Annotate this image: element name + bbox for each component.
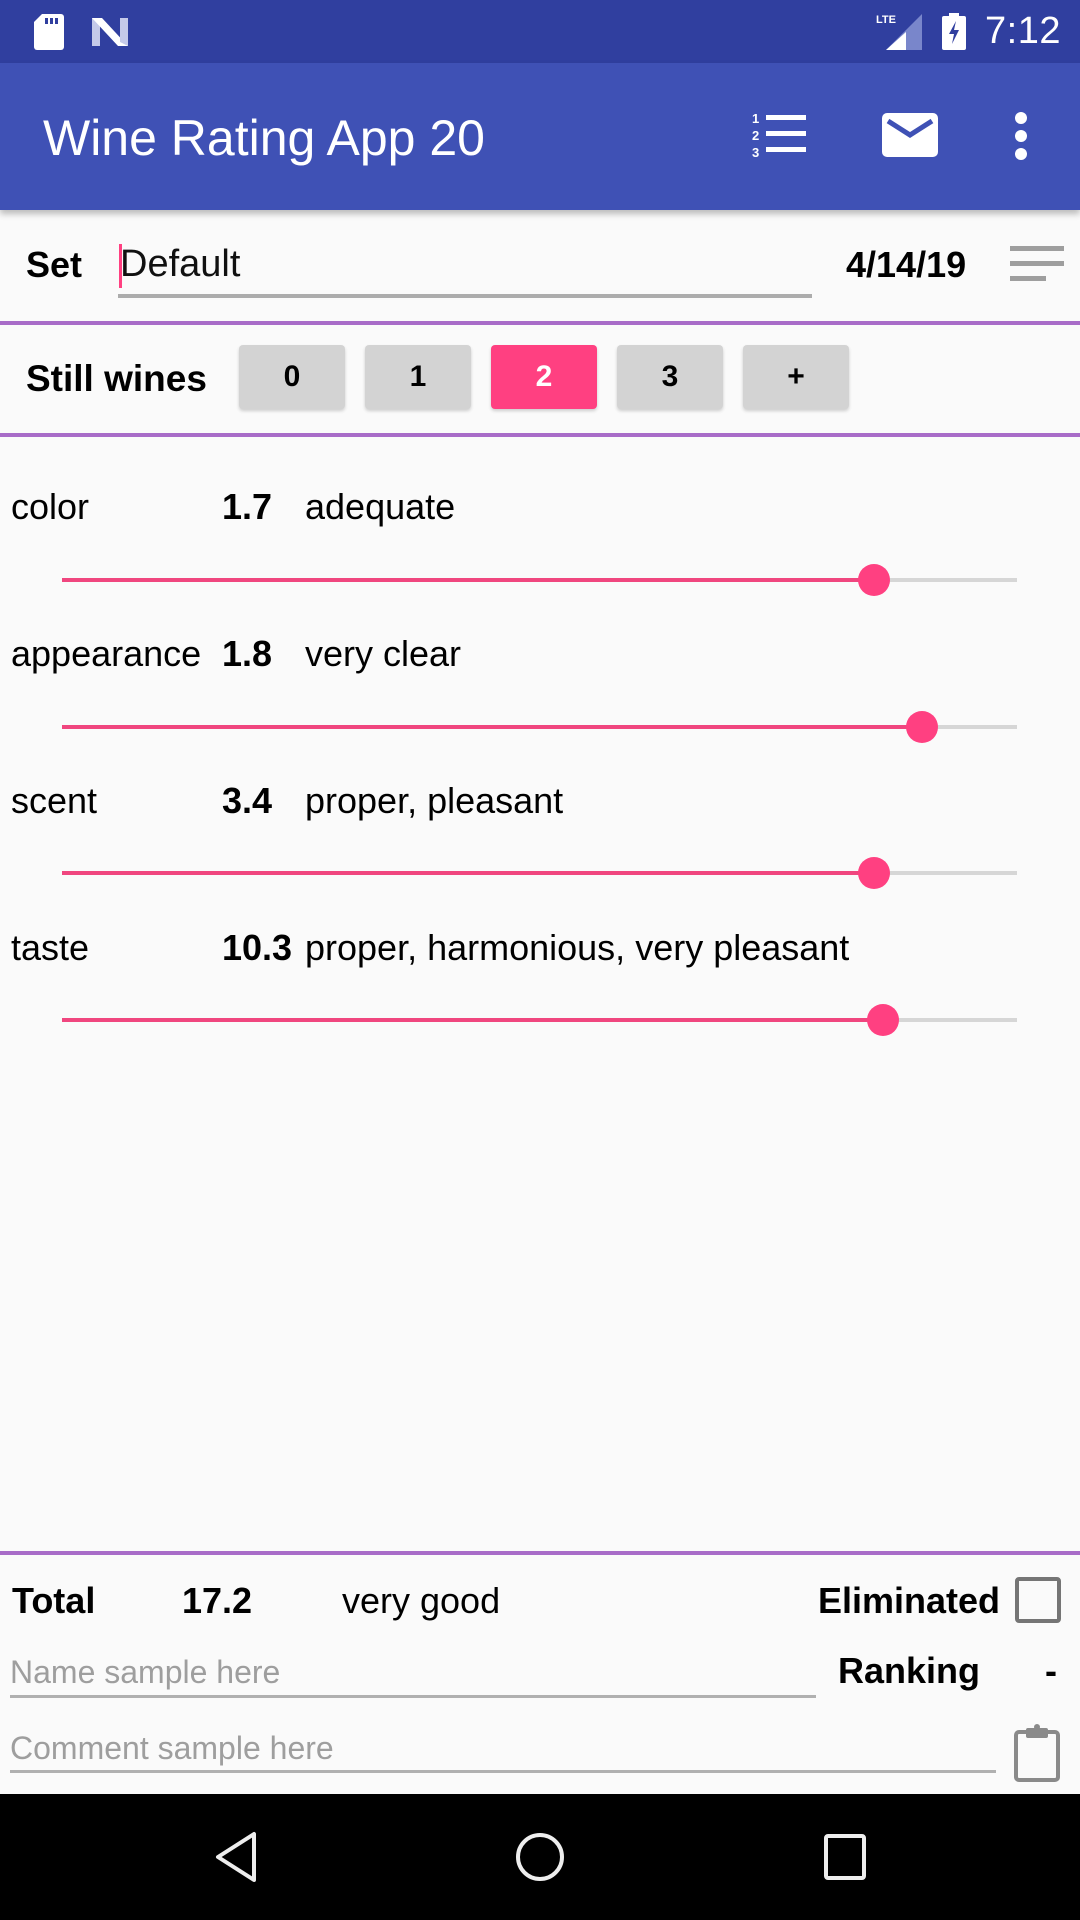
divider — [0, 1551, 1080, 1555]
svg-text:LTE: LTE — [876, 14, 896, 26]
navigation-bar — [0, 1794, 1080, 1920]
mail-icon[interactable] — [882, 113, 938, 157]
set-input-underline — [118, 294, 812, 298]
ranking-value: - — [1045, 1650, 1057, 1691]
slider-thumb[interactable] — [905, 711, 938, 743]
sd-card-icon — [34, 14, 64, 50]
set-label: Set — [26, 244, 83, 285]
more-vert-icon[interactable] — [1006, 111, 1036, 161]
divider — [0, 433, 1080, 437]
criterion-score: 1.7 — [222, 486, 273, 527]
criterion-name: color — [11, 486, 90, 527]
wine-button-3[interactable]: 3 — [617, 345, 723, 409]
app-toolbar: Wine Rating App 20 1 2 3 — [0, 63, 1080, 210]
n-notification-icon — [92, 18, 128, 46]
recents-icon[interactable] — [822, 1832, 868, 1882]
battery-charging-icon — [942, 13, 966, 50]
slider-thumb[interactable] — [867, 1004, 900, 1036]
set-field — [118, 236, 812, 298]
set-input[interactable] — [118, 236, 812, 292]
slider-fill — [62, 725, 922, 729]
criterion-name: scent — [11, 780, 98, 821]
name-sample-input[interactable] — [10, 1646, 816, 1698]
lte-signal-icon: LTE — [876, 14, 922, 50]
clock: 7:12 — [985, 10, 1061, 52]
ranking-label: Ranking — [838, 1650, 981, 1691]
svg-text:1: 1 — [752, 111, 759, 126]
ranking-list-icon[interactable]: 1 2 3 — [752, 109, 808, 159]
criterion-description: very clear — [305, 633, 462, 674]
clipboard-icon[interactable] — [1014, 1724, 1060, 1782]
slider-fill — [62, 871, 874, 875]
name-input-underline — [10, 1695, 816, 1698]
comment-input-underline — [10, 1770, 996, 1773]
app-title: Wine Rating App 20 — [43, 110, 485, 166]
taste-slider[interactable] — [62, 1000, 1017, 1040]
set-date: 4/14/19 — [846, 244, 967, 285]
total-label: Total — [12, 1580, 96, 1621]
criterion-name: appearance — [11, 633, 202, 674]
wine-button-1[interactable]: 1 — [365, 345, 471, 409]
slider-fill — [62, 578, 874, 582]
add-wine-button[interactable]: + — [743, 345, 849, 409]
back-icon[interactable] — [212, 1830, 262, 1884]
sort-icon[interactable] — [1010, 244, 1064, 284]
color-slider[interactable] — [62, 560, 1017, 600]
appearance-slider[interactable] — [62, 707, 1017, 747]
comment-sample-input[interactable] — [10, 1722, 996, 1774]
eliminated-checkbox[interactable] — [1015, 1577, 1061, 1623]
slider-fill — [62, 1018, 884, 1022]
slider-thumb[interactable] — [857, 857, 890, 889]
wine-button-0[interactable]: 0 — [239, 345, 345, 409]
criterion-description: proper, harmonious, very pleasant — [305, 927, 850, 968]
criterion-score: 10.3 — [222, 927, 293, 968]
wine-button-2[interactable]: 2 — [491, 345, 597, 409]
home-icon[interactable] — [514, 1830, 566, 1884]
criterion-description: adequate — [305, 486, 456, 527]
svg-text:3: 3 — [752, 145, 759, 159]
divider — [0, 321, 1080, 325]
status-bar: LTE 7:12 — [0, 0, 1080, 63]
criterion-name: taste — [11, 927, 90, 968]
criterion-score: 3.4 — [222, 780, 273, 821]
scent-slider[interactable] — [62, 853, 1017, 893]
slider-thumb[interactable] — [857, 564, 890, 596]
wine-category-label: Still wines — [26, 358, 207, 399]
criterion-score: 1.8 — [222, 633, 273, 674]
total-score: 17.2 — [182, 1580, 253, 1621]
total-description: very good — [342, 1580, 501, 1621]
criterion-description: proper, pleasant — [305, 780, 564, 821]
svg-text:2: 2 — [752, 128, 759, 143]
text-cursor — [119, 244, 122, 288]
eliminated-label: Eliminated — [818, 1580, 1001, 1621]
